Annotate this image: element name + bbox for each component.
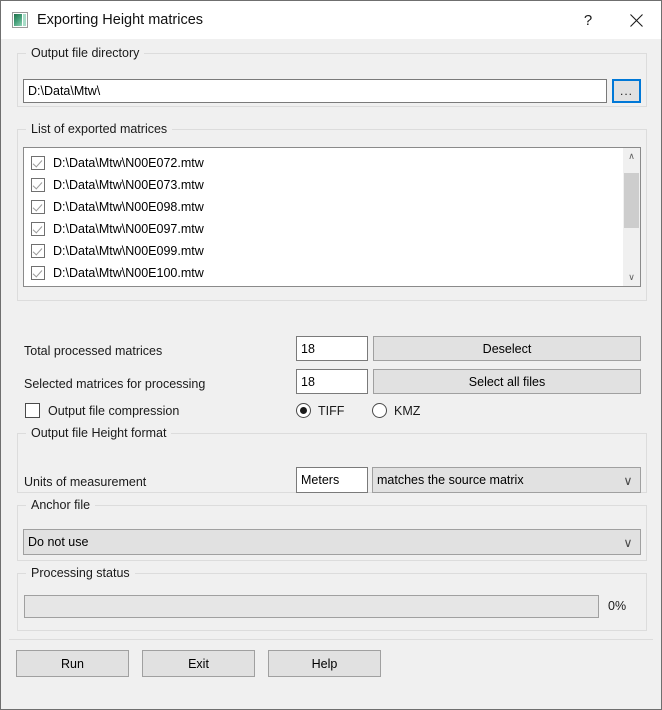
- list-item[interactable]: D:\Data\Mtw\N00E099.mtw: [24, 240, 622, 262]
- scroll-up-icon[interactable]: ∧: [623, 148, 640, 165]
- checkbox-icon[interactable]: [31, 156, 45, 170]
- output-directory-input[interactable]: D:\Data\Mtw\: [23, 79, 607, 103]
- output-compression-checkbox[interactable]: Output file compression: [25, 403, 179, 418]
- scrollbar-track[interactable]: [623, 165, 640, 269]
- list-item-label: D:\Data\Mtw\N00E072.mtw: [53, 156, 204, 170]
- format-radio-kmz[interactable]: KMZ: [372, 403, 420, 418]
- matrix-list-items: D:\Data\Mtw\N00E072.mtw D:\Data\Mtw\N00E…: [24, 148, 622, 286]
- anchor-file-group-title: Anchor file: [26, 498, 96, 512]
- output-compression-label: Output file compression: [48, 403, 180, 418]
- checkbox-icon[interactable]: [31, 266, 45, 280]
- checkbox-icon[interactable]: [31, 178, 45, 192]
- list-item-label: D:\Data\Mtw\N00E099.mtw: [53, 244, 204, 258]
- checkbox-icon[interactable]: [31, 244, 45, 258]
- help-icon[interactable]: ?: [565, 1, 611, 39]
- list-item-label: D:\Data\Mtw\N00E098.mtw: [53, 200, 204, 214]
- height-format-group-title: Output file Height format: [26, 426, 172, 440]
- list-item[interactable]: D:\Data\Mtw\N00E073.mtw: [24, 174, 622, 196]
- list-item-label: D:\Data\Mtw\N00E073.mtw: [53, 178, 204, 192]
- matrix-list-scrollbar[interactable]: ∧ ∨: [622, 148, 640, 286]
- help-button[interactable]: Help: [268, 650, 381, 677]
- list-item[interactable]: D:\Data\Mtw\N00E101.mtw: [24, 284, 622, 286]
- anchor-file-dropdown[interactable]: Do not use ∨: [23, 529, 641, 555]
- units-of-measurement-label: Units of measurement: [24, 475, 147, 489]
- select-all-files-button[interactable]: Select all files: [373, 369, 641, 394]
- checkbox-icon[interactable]: [25, 403, 40, 418]
- matrix-list-group-title: List of exported matrices: [26, 122, 173, 136]
- progress-bar: [24, 595, 599, 618]
- list-item[interactable]: D:\Data\Mtw\N00E098.mtw: [24, 196, 622, 218]
- total-matrices-value[interactable]: 18: [296, 336, 368, 361]
- radio-selected-icon[interactable]: [296, 403, 311, 418]
- close-icon[interactable]: [611, 1, 661, 39]
- footer-divider: [9, 639, 653, 640]
- scroll-down-icon[interactable]: ∨: [623, 269, 640, 286]
- checkbox-icon[interactable]: [31, 200, 45, 214]
- exit-button[interactable]: Exit: [142, 650, 255, 677]
- chevron-down-icon: ∨: [623, 473, 633, 488]
- format-kmz-label: KMZ: [394, 403, 421, 418]
- radio-unselected-icon[interactable]: [372, 403, 387, 418]
- dialog-window: Exporting Height matrices ? Output file …: [0, 0, 662, 710]
- format-tiff-label: TIFF: [318, 403, 345, 418]
- output-directory-group-title: Output file directory: [26, 46, 145, 60]
- selected-matrices-value[interactable]: 18: [296, 369, 368, 394]
- browse-directory-button[interactable]: ...: [612, 79, 641, 103]
- source-matrix-dropdown-value: matches the source matrix: [377, 473, 524, 487]
- progress-percent-label: 0%: [608, 599, 627, 613]
- dialog-body: Output file directory D:\Data\Mtw\ ... L…: [1, 39, 661, 709]
- list-item-label: D:\Data\Mtw\N00E100.mtw: [53, 266, 204, 280]
- format-radio-tiff[interactable]: TIFF: [296, 403, 344, 418]
- list-item[interactable]: D:\Data\Mtw\N00E100.mtw: [24, 262, 622, 284]
- units-of-measurement-input[interactable]: Meters: [296, 467, 368, 493]
- window-title: Exporting Height matrices: [37, 12, 204, 28]
- chevron-down-icon: ∨: [623, 535, 633, 550]
- app-icon: [12, 12, 28, 28]
- run-button[interactable]: Run: [16, 650, 129, 677]
- list-item[interactable]: D:\Data\Mtw\N00E072.mtw: [24, 152, 622, 174]
- checkbox-icon[interactable]: [31, 222, 45, 236]
- selected-matrices-label: Selected matrices for processing: [24, 377, 206, 391]
- anchor-file-dropdown-value: Do not use: [28, 535, 89, 549]
- deselect-button[interactable]: Deselect: [373, 336, 641, 361]
- scrollbar-thumb[interactable]: [624, 173, 639, 228]
- list-item[interactable]: D:\Data\Mtw\N00E097.mtw: [24, 218, 622, 240]
- processing-status-group-title: Processing status: [26, 566, 135, 580]
- matrix-listbox[interactable]: D:\Data\Mtw\N00E072.mtw D:\Data\Mtw\N00E…: [23, 147, 641, 287]
- window-controls: ?: [565, 1, 661, 39]
- title-bar: Exporting Height matrices ?: [1, 1, 661, 39]
- total-matrices-label: Total processed matrices: [24, 344, 163, 358]
- source-matrix-dropdown[interactable]: matches the source matrix ∨: [372, 467, 641, 493]
- list-item-label: D:\Data\Mtw\N00E097.mtw: [53, 222, 204, 236]
